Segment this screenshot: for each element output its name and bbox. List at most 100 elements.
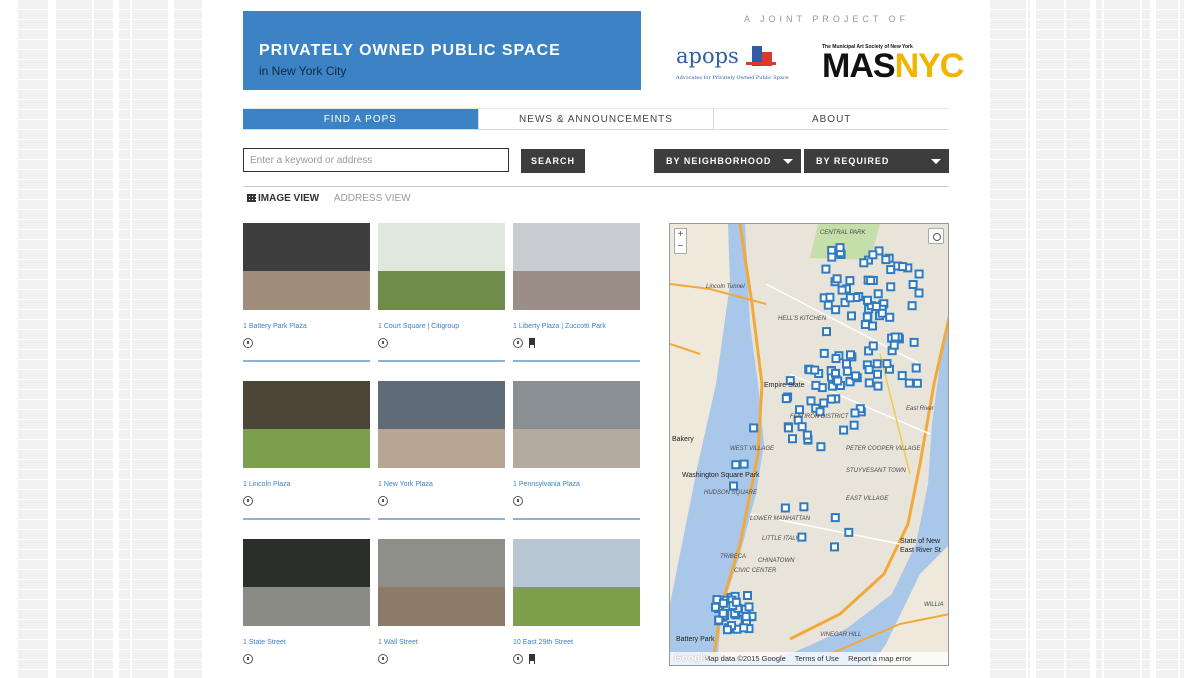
neighborhood-dropdown[interactable]: BY NEIGHBORHOOD [654, 149, 801, 173]
map-marker[interactable] [833, 376, 843, 386]
map-marker[interactable] [711, 602, 720, 612]
pops-card[interactable]: 10 East 29th Street [513, 539, 640, 665]
map-marker[interactable] [797, 422, 807, 432]
map-marker[interactable] [850, 408, 860, 418]
map-marker[interactable] [882, 359, 892, 369]
map-marker[interactable] [868, 321, 877, 331]
pops-name-link[interactable]: 10 East 29th Street [513, 639, 640, 646]
map-marker[interactable] [832, 274, 842, 284]
map-marker[interactable] [885, 312, 895, 322]
pops-photo[interactable] [513, 381, 640, 468]
pops-card[interactable]: 1 Court Square | Citigroup [378, 223, 505, 362]
map-marker[interactable] [871, 302, 881, 311]
map-marker[interactable] [914, 288, 924, 298]
map-marker[interactable] [837, 285, 847, 295]
pops-name-link[interactable]: 1 State Street [243, 639, 370, 646]
map-marker[interactable] [897, 371, 907, 381]
map-marker[interactable] [743, 591, 752, 600]
map-canvas[interactable] [670, 224, 949, 666]
map-marker[interactable] [898, 262, 908, 272]
pops-name-link[interactable]: 1 New York Plaza [378, 481, 505, 488]
map-marker[interactable] [890, 332, 900, 342]
map-marker[interactable] [799, 502, 809, 512]
map-marker[interactable] [749, 423, 759, 433]
pops-photo[interactable] [378, 381, 505, 468]
map-marker[interactable] [827, 252, 837, 262]
pops-card[interactable]: 1 Wall Street [378, 539, 505, 665]
pops-photo[interactable] [513, 539, 640, 626]
map-marker[interactable] [806, 396, 816, 406]
map-marker[interactable] [819, 398, 829, 408]
map-marker[interactable] [830, 542, 839, 552]
map-marker[interactable] [889, 340, 899, 350]
map-marker[interactable] [868, 250, 878, 260]
map-marker[interactable] [731, 460, 741, 470]
pops-photo[interactable] [378, 223, 505, 310]
pops-photo[interactable] [243, 539, 370, 626]
map-marker[interactable] [797, 532, 807, 542]
pops-card[interactable]: 1 Pennsylvania Plaza [513, 381, 640, 520]
pops-photo[interactable] [243, 223, 370, 310]
map-marker[interactable] [830, 513, 840, 523]
pops-photo[interactable] [378, 539, 505, 626]
zoom-in-button[interactable]: + [675, 229, 686, 241]
pops-photo[interactable] [513, 223, 640, 310]
map-marker[interactable] [849, 420, 859, 430]
map-marker[interactable] [780, 503, 790, 513]
pops-card[interactable]: 1 New York Plaza [378, 381, 505, 520]
search-input[interactable] [243, 148, 509, 172]
map-marker[interactable] [839, 425, 849, 435]
map-marker[interactable] [845, 293, 855, 303]
map-marker[interactable] [873, 381, 883, 391]
site-banner[interactable]: PRIVATELY OWNED PUBLIC SPACE in New York… [243, 11, 641, 90]
pops-card[interactable]: 1 Battery Park Plaza [243, 223, 370, 362]
map-marker[interactable] [831, 354, 841, 363]
map-marker[interactable] [859, 258, 869, 268]
map-marker[interactable] [718, 608, 728, 618]
map-marker[interactable] [831, 305, 841, 315]
map-marker[interactable] [784, 423, 793, 433]
map-marker[interactable] [847, 311, 856, 321]
map-marker[interactable] [846, 350, 855, 360]
map-marker[interactable] [860, 320, 870, 329]
map-marker[interactable] [741, 612, 751, 622]
amenities-dropdown[interactable]: BY REQUIRED AMENITIES [804, 149, 949, 190]
map-marker[interactable] [826, 394, 836, 404]
map-marker[interactable] [739, 623, 749, 633]
locate-icon[interactable] [928, 228, 944, 244]
image-view-toggle[interactable]: IMAGE VIEW [247, 193, 319, 204]
apops-logo[interactable]: apops Advocates for Privately Owned Publ… [676, 42, 794, 84]
zoom-out-button[interactable]: − [675, 241, 686, 253]
pops-name-link[interactable]: 1 Liberty Plaza | Zuccotti Park [513, 323, 640, 330]
masnyc-logo[interactable]: The Municipal Art Society of New York MA… [822, 44, 964, 86]
map-marker[interactable] [908, 280, 918, 289]
map-marker[interactable] [795, 405, 804, 415]
map-marker[interactable] [821, 264, 831, 274]
pops-name-link[interactable]: 1 Battery Park Plaza [243, 323, 370, 330]
map-marker[interactable] [718, 598, 728, 608]
map-marker[interactable] [863, 295, 872, 305]
map-marker[interactable] [909, 337, 919, 347]
map-marker[interactable] [904, 378, 914, 388]
pops-card[interactable]: 1 State Street [243, 539, 370, 665]
map-marker[interactable] [731, 597, 741, 607]
tab-find-a-pops[interactable]: FIND A POPS [243, 109, 479, 129]
map-marker[interactable] [835, 243, 845, 253]
pops-name-link[interactable]: 1 Court Square | Citigroup [378, 323, 505, 330]
map-marker[interactable] [873, 369, 882, 379]
map-marker[interactable] [722, 625, 732, 635]
map-marker[interactable] [864, 365, 874, 375]
map-marker[interactable] [744, 602, 754, 612]
map-marker[interactable] [816, 442, 826, 452]
map-marker[interactable] [819, 348, 829, 358]
map-marker[interactable] [788, 434, 797, 444]
map-marker[interactable] [886, 282, 896, 292]
map-marker[interactable] [872, 359, 882, 369]
map-marker[interactable] [911, 363, 921, 373]
map-marker[interactable] [810, 365, 820, 375]
map-marker[interactable] [912, 378, 922, 388]
tab-news[interactable]: NEWS & ANNOUNCEMENTS [479, 109, 715, 129]
map-marker[interactable] [842, 359, 851, 369]
map-marker[interactable] [881, 255, 891, 265]
pops-name-link[interactable]: 1 Wall Street [378, 639, 505, 646]
